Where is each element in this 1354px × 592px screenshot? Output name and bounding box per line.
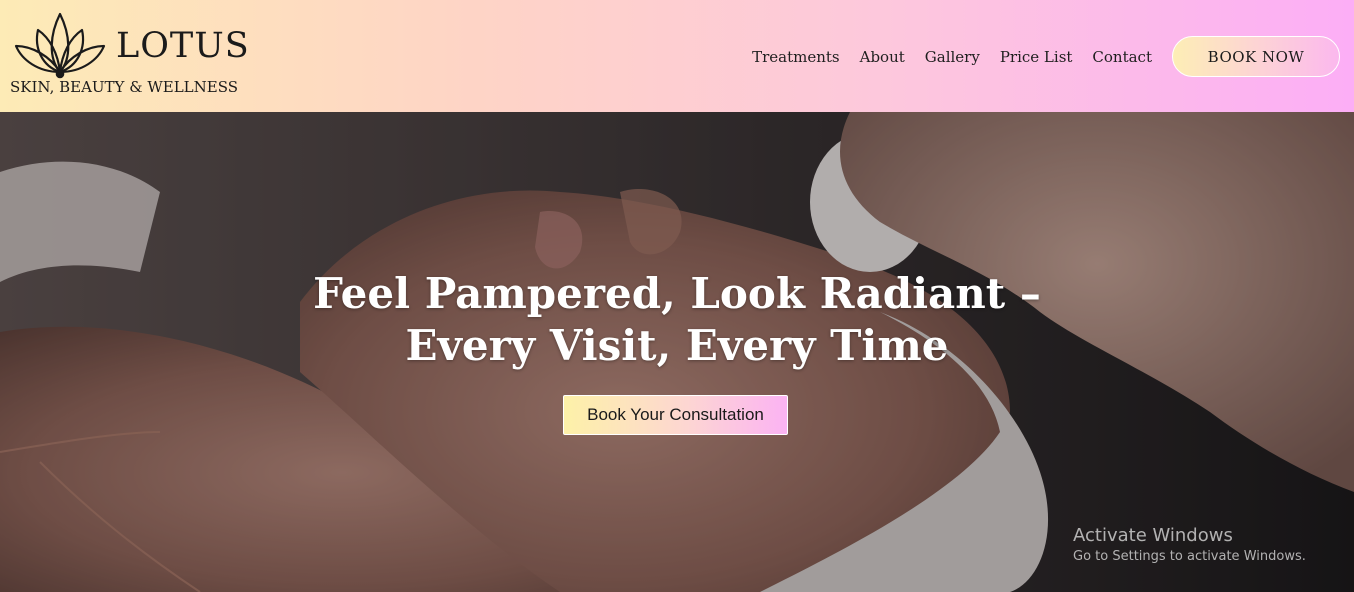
nav-link-gallery[interactable]: Gallery	[925, 48, 980, 66]
brand-logo[interactable]: LOTUS SKIN, BEAUTY & WELLNESS	[8, 10, 268, 102]
site-header: LOTUS SKIN, BEAUTY & WELLNESS Treatments…	[0, 0, 1354, 112]
hero-title-line-2: Every Visit, Every Time	[405, 321, 949, 370]
watermark-subtitle: Go to Settings to activate Windows.	[1073, 549, 1306, 564]
nav-link-contact[interactable]: Contact	[1092, 48, 1152, 66]
book-now-button[interactable]: BOOK NOW	[1172, 36, 1340, 77]
lotus-icon	[14, 12, 106, 79]
nav-link-treatments[interactable]: Treatments	[752, 48, 840, 66]
main-nav: Treatments About Gallery Price List Cont…	[752, 36, 1340, 77]
hero-section: Feel Pampered, Look Radiant – Every Visi…	[0, 112, 1354, 592]
nav-link-about[interactable]: About	[860, 48, 905, 66]
brand-tagline: SKIN, BEAUTY & WELLNESS	[10, 78, 239, 96]
windows-activation-watermark: Activate Windows Go to Settings to activ…	[1073, 524, 1306, 566]
hero-title-line-1: Feel Pampered, Look Radiant –	[313, 269, 1041, 318]
brand-name: LOTUS	[116, 26, 250, 66]
watermark-title: Activate Windows	[1073, 525, 1233, 546]
nav-link-price-list[interactable]: Price List	[1000, 48, 1073, 66]
hero-title: Feel Pampered, Look Radiant – Every Visi…	[0, 268, 1354, 372]
book-consultation-button[interactable]: Book Your Consultation	[563, 395, 788, 435]
